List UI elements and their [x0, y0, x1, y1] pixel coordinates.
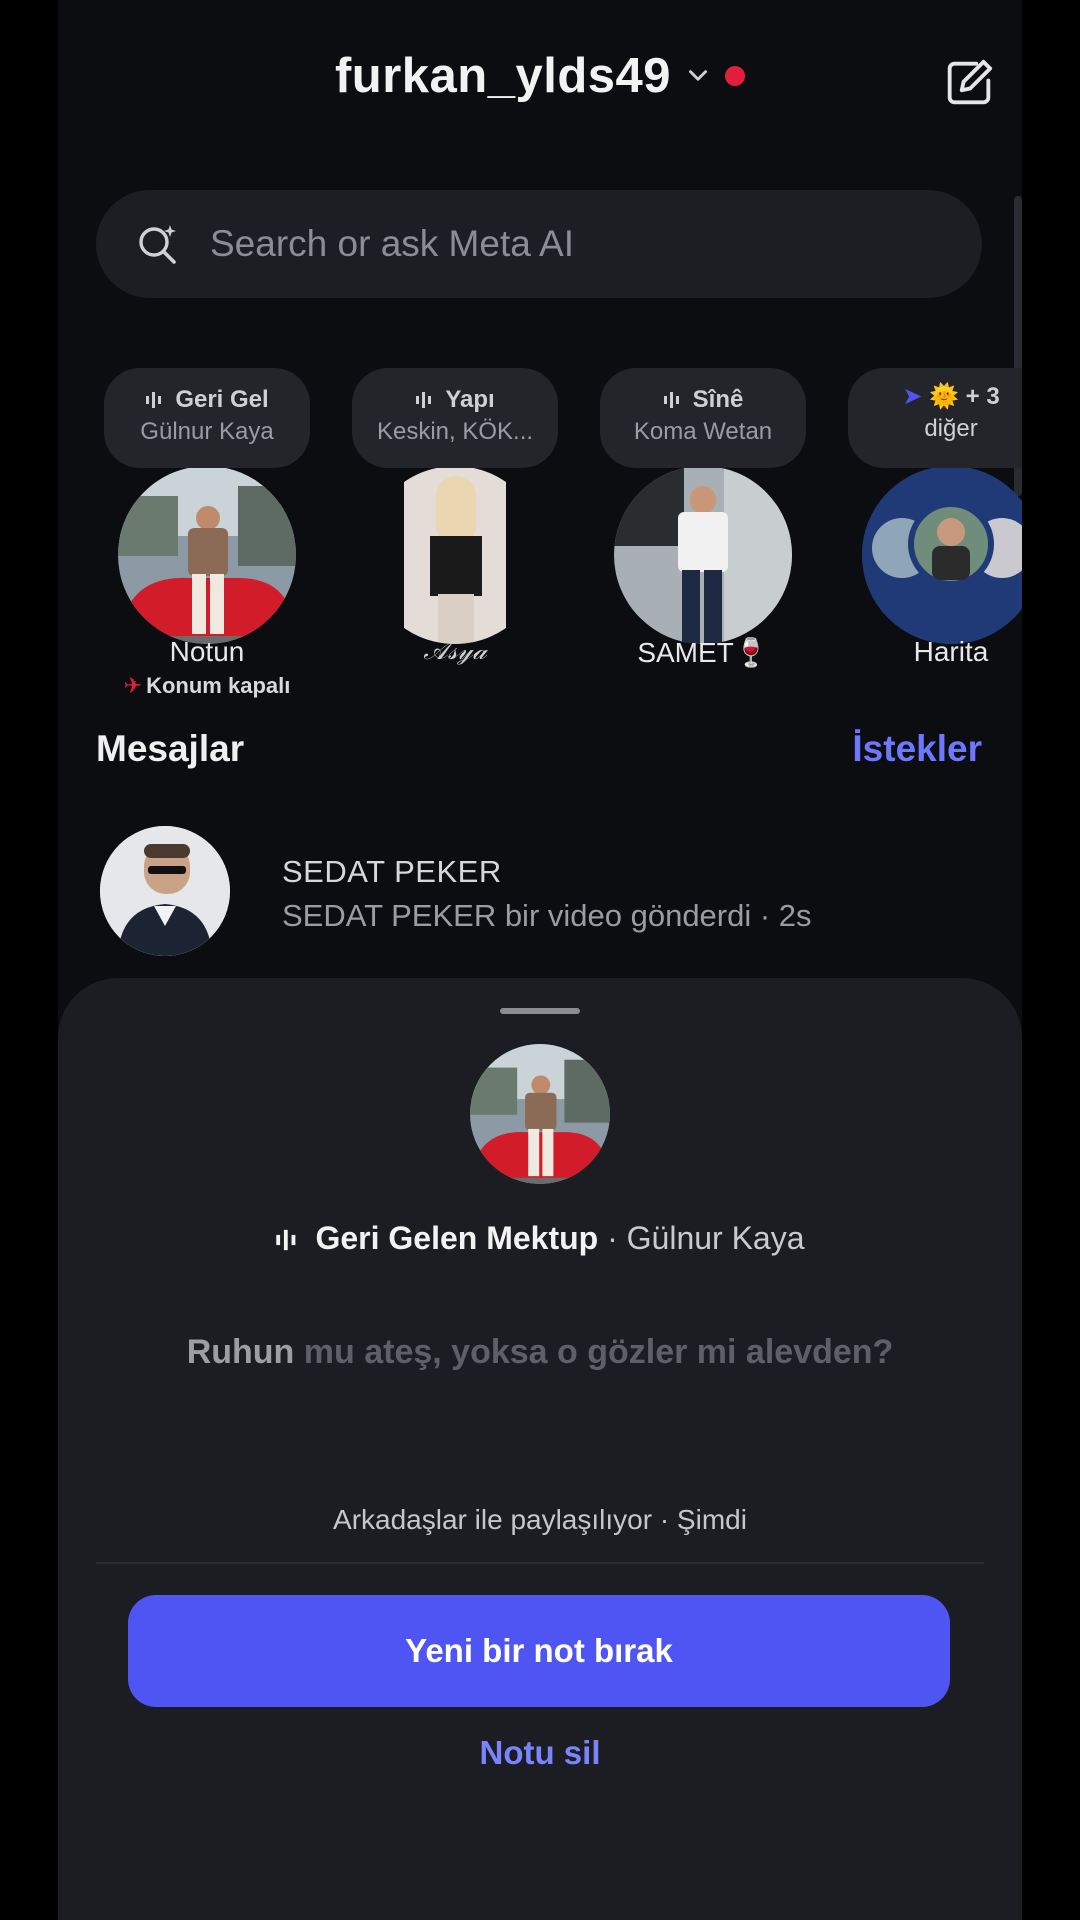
message-row[interactable]: SEDAT PEKER SEDAT PEKER bir video gönder…: [96, 826, 996, 956]
avatar: [366, 466, 544, 644]
note-name: Harita: [913, 636, 989, 667]
note-song: Geri Gel: [175, 386, 269, 413]
note-name: 𝒜𝓈𝓎𝒶: [423, 636, 487, 666]
map-note-item[interactable]: ➤ 🌞 + 3 diğer Harita: [841, 368, 1022, 708]
message-preview: SEDAT PEKER bir video gönderdi · 2s: [282, 898, 812, 933]
song-artist: · Gülnur Kaya: [598, 1220, 805, 1256]
lyric-rest: mu ateş, yoksa o gözler mi alevden?: [294, 1333, 894, 1371]
lyric-highlight: Ruhun: [186, 1333, 295, 1371]
note-bottom-sheet: Geri Gelen Mektup · Gülnur Kaya Ruhun mu…: [58, 978, 1022, 1920]
note-bubble[interactable]: Geri Gel Gülnur Kaya: [104, 368, 310, 468]
chevron-down-icon: [689, 70, 708, 81]
leave-new-note-button[interactable]: Yeni bir not bırak: [128, 1595, 950, 1707]
audio-wave-icon: [276, 1229, 296, 1251]
divider: [96, 1562, 984, 1564]
note-item[interactable]: Yapı Keskin, KÖK... 𝒜𝓈𝓎𝒶: [345, 368, 565, 708]
note-artist: Koma Wetan: [633, 418, 773, 445]
note-item[interactable]: Geri Gel Gülnur Kaya Notun ✈ Konum kapalı: [97, 368, 317, 708]
message-sender: SEDAT PEKER: [282, 854, 502, 889]
note-item[interactable]: Sînê Koma Wetan SAMET🍷: [593, 368, 813, 708]
audio-wave-icon: [416, 392, 432, 408]
song-title: Geri Gelen Mektup: [315, 1220, 599, 1256]
location-status: ✈ Konum kapalı: [123, 673, 291, 698]
notes-row: Geri Gel Gülnur Kaya Notun ✈ Konum kapalı…: [58, 368, 1022, 708]
note-bubble[interactable]: Yapı Keskin, KÖK...: [352, 368, 558, 468]
note-bubble[interactable]: Sînê Koma Wetan: [600, 368, 806, 468]
sharing-status: Arkadaşlar ile paylaşılıyor · Şimdi: [333, 1504, 747, 1535]
note-name: SAMET🍷: [637, 637, 769, 668]
avatar: [614, 466, 792, 644]
avatar: [118, 466, 296, 644]
status-dot: [725, 66, 746, 86]
meta-ai-search-icon: [139, 225, 176, 264]
search-placeholder: Search or ask Meta AI: [210, 223, 575, 264]
audio-wave-icon: [146, 392, 162, 408]
map-avatar: [862, 466, 1022, 644]
header: furkan_ylds49: [58, 48, 1022, 118]
others-label: diğer: [924, 415, 978, 442]
avatar: [100, 826, 230, 956]
lyric-quote: Ruhun mu ateş, yoksa o gözler mi alevden…: [178, 1328, 902, 1376]
username: furkan_ylds49: [334, 49, 672, 103]
avatar: [470, 1044, 610, 1184]
requests-link[interactable]: İstekler: [852, 728, 982, 770]
note-bubble[interactable]: ➤ 🌞 + 3 diğer: [848, 368, 1022, 468]
delete-note-button[interactable]: Notu sil: [58, 1734, 1022, 1772]
messages-title: Mesajlar: [96, 728, 245, 769]
location-off-icon: ✈: [123, 673, 143, 698]
note-song: Sînê: [692, 386, 744, 413]
audio-wave-icon: [663, 392, 679, 408]
account-switcher[interactable]: furkan_ylds49: [58, 48, 1022, 104]
song-info[interactable]: Geri Gelen Mektup · Gülnur Kaya: [58, 1220, 1022, 1257]
sun-emoji-icon: 🌞: [929, 383, 959, 410]
note-song: Yapı: [445, 386, 495, 413]
search-bar[interactable]: Search or ask Meta AI: [96, 190, 982, 298]
phone-screen: furkan_ylds49 Search or ask Meta AI Geri…: [58, 0, 1022, 1920]
location-arrow-icon: ➤: [902, 383, 923, 410]
note-name: Notun: [169, 636, 245, 667]
note-artist: Gülnur Kaya: [140, 418, 274, 445]
drag-handle[interactable]: [500, 1008, 580, 1014]
compose-icon[interactable]: [940, 54, 998, 112]
note-artist: Keskin, KÖK...: [376, 418, 534, 445]
others-count: + 3: [965, 383, 1000, 410]
